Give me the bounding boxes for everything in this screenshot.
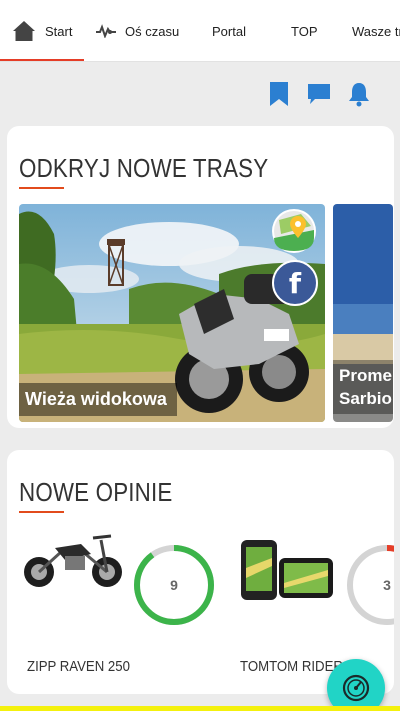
route-tile[interactable]: Prome Sarbio xyxy=(333,204,393,422)
product-name[interactable]: ZIPP RAVEN 250 xyxy=(27,658,130,675)
home-icon xyxy=(13,21,35,41)
bell-icon xyxy=(349,83,369,107)
maps-badge[interactable] xyxy=(271,208,317,254)
route-label-line: Prome xyxy=(339,366,392,385)
tab-start[interactable]: Start xyxy=(0,0,84,61)
rating-value: 3 xyxy=(383,577,391,593)
tab-timeline-label: Oś czasu xyxy=(125,23,180,39)
tab-wasze-trasy[interactable]: Wasze tr xyxy=(352,0,400,61)
section-title: NOWE OPINIE xyxy=(19,477,173,507)
tab-top[interactable]: TOP xyxy=(291,0,318,61)
opinion-item-image[interactable] xyxy=(21,530,125,595)
new-routes-card: ODKRYJ NOWE TRASY Wieża widokowa Prome S… xyxy=(7,126,394,428)
new-opinions-card: NOWE OPINIE 9 ZIPP RAVEN 250 3 TOMTOM RI… xyxy=(7,450,394,694)
facebook-badge[interactable]: f xyxy=(272,260,318,306)
bottom-highlight-bar xyxy=(0,706,400,711)
active-tab-indicator xyxy=(0,59,84,61)
title-underline xyxy=(19,187,64,189)
title-underline xyxy=(19,511,64,513)
tab-timeline[interactable]: Oś czasu xyxy=(96,0,190,61)
speedometer-icon xyxy=(342,674,370,702)
map-pin-icon xyxy=(272,209,316,253)
opinion-item-image[interactable] xyxy=(239,538,335,607)
gps-device-image xyxy=(241,540,333,600)
messages-button[interactable] xyxy=(306,80,332,108)
action-row xyxy=(266,80,372,108)
bookmark-button[interactable] xyxy=(266,80,292,108)
route-label: Wieża widokowa xyxy=(19,383,177,416)
tab-top-label: TOP xyxy=(291,23,318,39)
speedometer-fab[interactable] xyxy=(327,659,385,711)
notifications-button[interactable] xyxy=(346,80,372,108)
tab-portal[interactable]: Portal xyxy=(212,0,246,61)
timeline-icon xyxy=(96,24,116,38)
tab-start-label: Start xyxy=(45,23,73,39)
route-label-line: Sarbio xyxy=(339,389,392,408)
chat-icon xyxy=(308,84,330,104)
tab-portal-label: Portal xyxy=(212,23,246,39)
motorcycle-image xyxy=(24,534,122,587)
rating-value: 9 xyxy=(170,577,178,593)
tab-wasze-trasy-label: Wasze tr xyxy=(352,23,400,39)
top-tab-bar: Start Oś czasu Portal TOP Wasze tr xyxy=(0,0,400,62)
facebook-icon: f xyxy=(288,266,302,300)
route-label: Prome Sarbio xyxy=(333,360,393,414)
bookmark-icon xyxy=(270,82,288,106)
section-title: ODKRYJ NOWE TRASY xyxy=(19,153,269,183)
